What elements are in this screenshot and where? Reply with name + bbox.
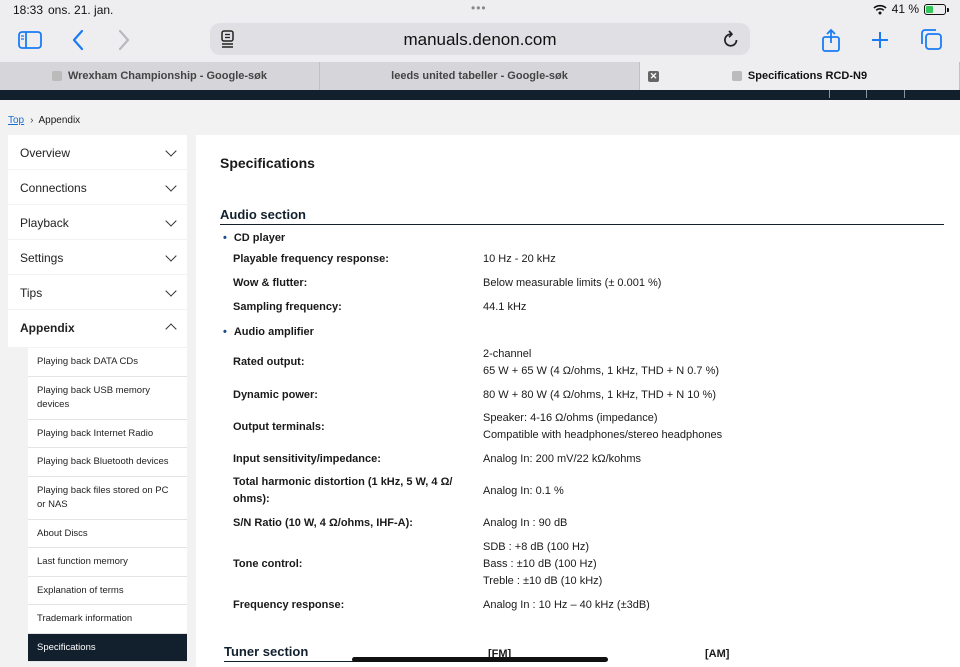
spec-value: Treble : ±10 dB (10 kHz) [483, 575, 603, 587]
sidebar-item-overview[interactable]: Overview [8, 135, 187, 169]
wifi-icon [873, 4, 887, 14]
sidebar-item-label: Connections [20, 181, 87, 195]
tab-label: Specifications RCD-N9 [747, 70, 868, 82]
subitem-usb-memory[interactable]: Playing back USB memory devices [28, 376, 187, 420]
breadcrumb-top-link[interactable]: Top [8, 115, 24, 126]
appendix-submenu: Playing back DATA CDs Playing back USB m… [28, 348, 187, 662]
reload-icon[interactable] [722, 29, 740, 49]
spec-value: Analog In: 200 mV/22 kΩ/kohms [483, 453, 642, 465]
spec-value: Speaker: 4-16 Ω/ohms (impedance) [483, 412, 658, 424]
status-right: 41 % [873, 2, 949, 16]
spec-label: S/N Ratio (10 W, 4 Ω/ohms, IHF-A): [233, 517, 413, 529]
chevron-down-icon [165, 250, 177, 262]
back-icon[interactable] [66, 28, 92, 52]
audio-amplifier-heading: Audio amplifier [223, 326, 314, 338]
subitem-explanation-of-terms[interactable]: Explanation of terms [28, 576, 187, 605]
sidebar-item-settings[interactable]: Settings [8, 240, 187, 274]
url-text: manuals.denon.com [403, 30, 557, 49]
status-date: ons. 21. jan. [48, 3, 114, 17]
close-tab-icon[interactable]: ✕ [648, 71, 659, 82]
spec-label: Dynamic power: [233, 389, 318, 401]
chevron-up-icon [165, 323, 177, 335]
sidebar-nav: Overview Connections Playback Settings T… [8, 135, 187, 662]
spec-label: Output terminals: [233, 421, 325, 433]
tab-wrexham[interactable]: Wrexham Championship - Google-søk [0, 62, 320, 90]
spec-label: Input sensitivity/impedance: [233, 453, 381, 465]
subitem-pc-nas[interactable]: Playing back files stored on PC or NAS [28, 476, 187, 520]
browser-toolbar: manuals.denon.com [0, 20, 960, 62]
spec-label: Wow & flutter: [233, 277, 308, 289]
tab-label: Wrexham Championship - Google-søk [67, 70, 268, 82]
battery-percent: 41 % [891, 2, 919, 16]
sidebar-item-label: Appendix [20, 321, 75, 335]
spec-value: 80 W + 80 W (4 Ω/ohms, 1 kHz, THD + N 10… [483, 389, 716, 401]
sidebar-item-label: Tips [20, 286, 43, 300]
chevron-down-icon [165, 215, 177, 227]
spec-value: 2-channel [483, 348, 532, 360]
tab-leeds[interactable]: leeds united tabeller - Google-søk [320, 62, 640, 90]
spec-value: 65 W + 65 W (4 Ω/ohms, 1 kHz, THD + N 0.… [483, 365, 720, 377]
subitem-internet-radio[interactable]: Playing back Internet Radio [28, 419, 187, 448]
new-tab-icon[interactable] [867, 28, 893, 52]
subitem-bluetooth[interactable]: Playing back Bluetooth devices [28, 448, 187, 477]
spec-value: Compatible with headphones/stereo headph… [483, 429, 723, 441]
chevron-down-icon [165, 180, 177, 192]
spec-label: Sampling frequency: [233, 301, 342, 313]
multitasking-dots-icon[interactable]: ••• [471, 1, 487, 15]
spec-value: 10 Hz - 20 kHz [483, 253, 556, 265]
sidebar-item-tips[interactable]: Tips [8, 275, 187, 309]
am-column-heading: [AM] [705, 648, 730, 660]
address-bar[interactable]: manuals.denon.com [210, 23, 750, 55]
chevron-down-icon [165, 145, 177, 157]
google-favicon-icon [51, 71, 62, 81]
subitem-about-discs[interactable]: About Discs [28, 519, 187, 548]
breadcrumb: Top › Appendix [0, 100, 960, 135]
tab-label: leeds united tabeller - Google-søk [391, 70, 568, 82]
sidebar-item-label: Playback [20, 216, 69, 230]
home-indicator[interactable] [352, 657, 608, 662]
denon-favicon-icon [731, 71, 742, 81]
share-icon[interactable] [818, 28, 844, 52]
status-time: 18:33 [13, 3, 44, 17]
tab-specifications[interactable]: ✕ Specifications RCD-N9 [640, 62, 960, 90]
spec-value: Analog In : 90 dB [483, 517, 568, 529]
spec-label: Playable frequency response: [233, 253, 389, 265]
spec-value: Below measurable limits (± 0.001 %) [483, 277, 662, 289]
spec-value: Analog In : 10 Hz – 40 kHz (±3dB) [483, 599, 650, 611]
page-title: Specifications [220, 155, 315, 171]
spec-label: Total harmonic distortion (1 kHz, 5 W, 4… [233, 476, 453, 488]
cd-player-heading: CD player [223, 232, 285, 244]
status-bar: 18:33 ons. 21. jan. ••• 41 % [0, 0, 960, 20]
sidebar-item-label: Overview [20, 146, 71, 160]
battery-icon [924, 3, 949, 15]
tab-overview-icon[interactable] [918, 28, 944, 52]
subitem-trademark-information[interactable]: Trademark information [28, 605, 187, 634]
main-content: Specifications Audio section CD player P… [196, 135, 960, 667]
subitem-last-function-memory[interactable]: Last function memory [28, 548, 187, 577]
subitem-data-cds[interactable]: Playing back DATA CDs [28, 348, 187, 377]
sidebar-item-playback[interactable]: Playback [8, 205, 187, 239]
tab-strip: Wrexham Championship - Google-søk leeds … [0, 62, 960, 90]
spec-value: 44.1 kHz [483, 301, 527, 313]
sidebar-item-appendix[interactable]: Appendix [8, 310, 187, 347]
spec-label: ohms): [233, 493, 270, 505]
sidebar-item-label: Settings [20, 251, 64, 265]
spec-value: SDB : +8 dB (100 Hz) [483, 541, 590, 553]
sidebar-toggle-icon[interactable] [17, 28, 43, 52]
forward-icon[interactable] [110, 28, 136, 52]
chevron-down-icon [165, 285, 177, 297]
spec-label: Frequency response: [233, 599, 345, 611]
spec-label: Rated output: [233, 356, 305, 368]
breadcrumb-current: Appendix [38, 115, 81, 126]
sidebar-item-connections[interactable]: Connections [8, 170, 187, 204]
audio-section-heading: Audio section [220, 207, 944, 225]
spec-value: Bass : ±10 dB (100 Hz) [483, 558, 597, 570]
spec-label: Tone control: [233, 558, 303, 570]
spec-value: Analog In: 0.1 % [483, 485, 564, 497]
subitem-specifications[interactable]: Specifications [28, 633, 187, 662]
site-header [0, 90, 960, 100]
